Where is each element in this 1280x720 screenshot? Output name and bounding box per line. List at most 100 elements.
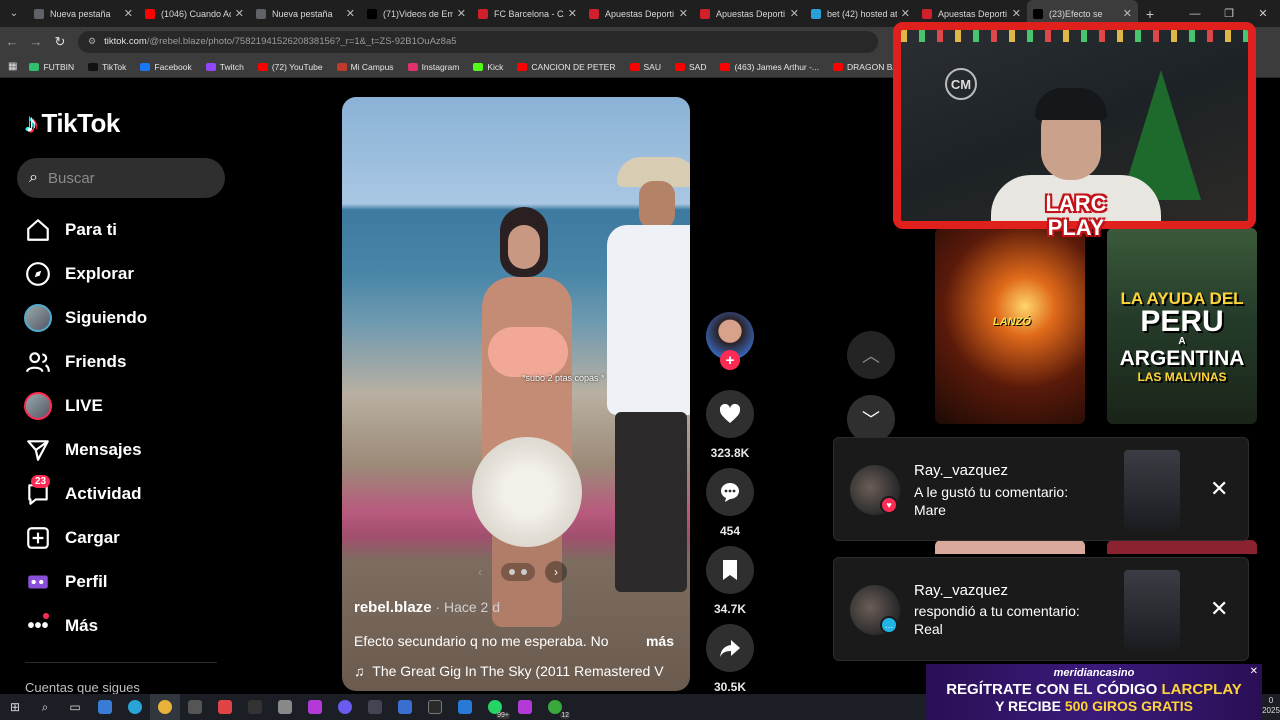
sidebar-item-para-ti[interactable]: Para ti: [23, 215, 117, 245]
new-tab-button[interactable]: +: [1138, 6, 1162, 22]
site-info-icon[interactable]: ⚙: [88, 36, 96, 47]
tab-close-icon[interactable]: ✕: [790, 7, 799, 20]
comment-action[interactable]: 454: [706, 468, 754, 538]
app-icon[interactable]: [510, 694, 540, 720]
bookmark-item[interactable]: CANCION DE PETER: [517, 62, 616, 72]
comment-icon[interactable]: [706, 468, 754, 516]
sidebar-item-actividad[interactable]: 23 Actividad: [23, 475, 142, 509]
notification-toast[interactable]: ♥ Ray._vazquez A le gustó tu comentario:…: [833, 437, 1249, 541]
task-view-icon[interactable]: ▭: [60, 694, 90, 720]
profile-video-tile[interactable]: LANZÓ: [935, 228, 1085, 424]
profile-video-tile[interactable]: [935, 540, 1085, 554]
next-post-button[interactable]: ﹀: [847, 395, 895, 443]
search-icon[interactable]: ⌕: [30, 694, 60, 720]
tab-close-icon[interactable]: ✕: [1123, 7, 1132, 20]
sidebar-item-cargar[interactable]: Cargar: [23, 523, 120, 553]
notification-toast[interactable]: … Ray._vazquez respondió a tu comentario…: [833, 557, 1249, 661]
app-icon[interactable]: [210, 694, 240, 720]
app-icon[interactable]: [240, 694, 270, 720]
bookmark-item[interactable]: Facebook: [140, 62, 192, 72]
sidebar-item-friends[interactable]: Friends: [23, 347, 126, 377]
browser-tab[interactable]: Nueva pestaña ✕: [28, 0, 139, 27]
notification-thumbnail[interactable]: [1124, 570, 1180, 650]
bookmark-item[interactable]: Instagram: [407, 62, 459, 72]
carousel-prev-button[interactable]: ‹: [469, 561, 491, 583]
app-icon[interactable]: [330, 694, 360, 720]
sidebar-item-perfil[interactable]: Perfil: [23, 567, 108, 597]
taskbar-clock[interactable]: 0 2025: [1262, 694, 1280, 720]
store-icon[interactable]: [90, 694, 120, 720]
share-action[interactable]: 30.5K: [706, 624, 754, 694]
tab-close-icon[interactable]: ✕: [235, 7, 244, 20]
notification-thumbnail[interactable]: [1124, 450, 1180, 530]
tab-close-icon[interactable]: ✕: [346, 7, 355, 20]
sidebar-item-siguiendo[interactable]: Siguiendo: [23, 303, 147, 333]
browser-tab[interactable]: Nueva pestaña ✕: [250, 0, 361, 27]
tab-close-icon[interactable]: ✕: [1012, 7, 1021, 20]
bookmark-item[interactable]: Twitch: [205, 62, 244, 72]
close-icon[interactable]: ✕: [1210, 596, 1228, 622]
bookmark-item[interactable]: FUTBIN: [29, 62, 74, 72]
notification-username[interactable]: Ray._vazquez: [914, 582, 1008, 599]
previous-post-button[interactable]: ︿: [847, 331, 895, 379]
notification-username[interactable]: Ray._vazquez: [914, 462, 1008, 479]
tab-search-icon[interactable]: ⌄: [0, 0, 28, 27]
app-icon[interactable]: [300, 694, 330, 720]
post-author[interactable]: rebel.blaze · Hace 2 d: [354, 599, 500, 616]
carousel-next-button[interactable]: ›: [545, 561, 567, 583]
see-more-button[interactable]: más: [646, 633, 674, 649]
close-icon[interactable]: ✕: [1210, 476, 1228, 502]
post-music[interactable]: ♫ The Great Gig In The Sky (2011 Remaste…: [354, 663, 664, 679]
photo-post-viewer[interactable]: *subo 2 ptas copas * ‹ › rebel.blaze · H…: [342, 97, 690, 691]
whatsapp-icon[interactable]: 99+: [480, 694, 510, 720]
url-field[interactable]: ⚙ tiktok.com/@rebel.blaze/photo/75821941…: [78, 30, 878, 53]
music-title[interactable]: The Great Gig In The Sky (2011 Remastere…: [372, 663, 663, 679]
search-input[interactable]: [47, 169, 198, 187]
follow-plus-icon[interactable]: +: [720, 350, 740, 370]
bookmark-item[interactable]: SAU: [629, 62, 661, 72]
share-icon[interactable]: [706, 624, 754, 672]
bookmark-item[interactable]: SAD: [674, 62, 706, 72]
bookmark-item[interactable]: Kick: [473, 62, 503, 72]
reload-icon[interactable]: ↻: [48, 34, 72, 50]
app-icon[interactable]: [420, 694, 450, 720]
bookmark-icon[interactable]: [706, 546, 754, 594]
sidebar-item-mas[interactable]: ••• Más: [23, 611, 98, 641]
app-icon[interactable]: [450, 694, 480, 720]
browser-tab[interactable]: Apuestas Deporti ✕: [583, 0, 694, 27]
profile-video-tile[interactable]: LA AYUDA DEL PERU A ARGENTINA LAS MALVIN…: [1107, 228, 1257, 424]
tab-close-icon[interactable]: ✕: [679, 7, 688, 20]
bookmark-item[interactable]: (72) YouTube: [257, 62, 323, 72]
creator-avatar[interactable]: +: [706, 312, 754, 370]
browser-tab[interactable]: Apuestas Deporti ✕: [694, 0, 805, 27]
like-action[interactable]: 323.8K: [706, 390, 754, 460]
sidebar-item-mensajes[interactable]: Mensajes: [23, 435, 142, 465]
author-username[interactable]: rebel.blaze: [354, 599, 432, 616]
back-icon[interactable]: ←: [0, 34, 24, 49]
tab-close-icon[interactable]: ✕: [124, 7, 133, 20]
heart-icon[interactable]: [706, 390, 754, 438]
sidebar-item-live[interactable]: LIVE: [23, 391, 103, 421]
windows-start-icon[interactable]: ⊞: [0, 694, 30, 720]
chrome-icon[interactable]: [150, 694, 180, 720]
browser-tab[interactable]: (1046) Cuando Ac ✕: [139, 0, 250, 27]
tab-close-icon[interactable]: ✕: [568, 7, 577, 20]
bookmark-item[interactable]: Mi Campus: [336, 62, 394, 72]
app-icon[interactable]: [360, 694, 390, 720]
forward-icon[interactable]: →: [24, 34, 48, 49]
apps-grid-icon[interactable]: ▦: [8, 61, 17, 72]
xbox-icon[interactable]: 12: [540, 694, 570, 720]
tab-close-icon[interactable]: ✕: [901, 7, 910, 20]
save-action[interactable]: 34.7K: [706, 546, 754, 616]
tiktok-logo[interactable]: ♪ TikTok: [25, 108, 120, 139]
profile-video-tile[interactable]: [1107, 540, 1257, 554]
browser-tab[interactable]: (71)Videos de Em ✕: [361, 0, 472, 27]
bookmark-item[interactable]: (463) James Arthur -...: [720, 62, 819, 72]
sidebar-item-explorar[interactable]: Explorar: [23, 259, 134, 289]
app-icon[interactable]: [270, 694, 300, 720]
edge-icon[interactable]: [120, 694, 150, 720]
bookmark-item[interactable]: TikTok: [88, 62, 126, 72]
browser-tab[interactable]: FC Barcelona - CA ✕: [472, 0, 583, 27]
app-icon[interactable]: [180, 694, 210, 720]
tab-close-icon[interactable]: ✕: [457, 7, 466, 20]
